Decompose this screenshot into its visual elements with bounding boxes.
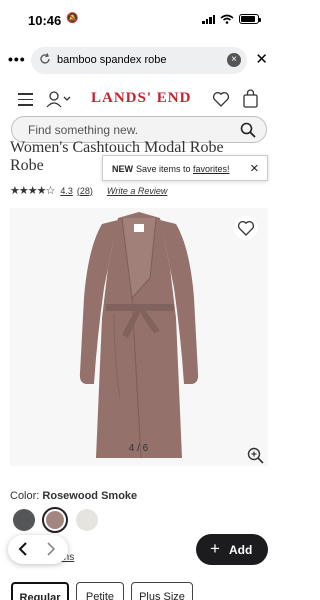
status-time: 10:46 xyxy=(28,13,62,28)
address-text[interactable]: bamboo spandex robe xyxy=(57,54,166,66)
favorites-toast: NEW Save items to favorites! ✕ xyxy=(102,155,268,181)
bell-muted-icon: 🔕 xyxy=(66,13,79,24)
rating-stars-icon: ★★★★☆ xyxy=(10,185,55,197)
heart-icon[interactable] xyxy=(234,216,258,240)
toast-message: Save items to favorites! xyxy=(136,164,230,174)
cellular-signal-icon xyxy=(202,14,215,24)
product-image[interactable] xyxy=(10,208,268,466)
toast-favorites-link[interactable]: favorites! xyxy=(193,164,230,174)
status-bar: 10:46 🔕 xyxy=(0,0,277,40)
rating-row: ★★★★☆ 4.3 (28) Write a Review xyxy=(10,184,167,197)
color-label: Color: Rosewood Smoke xyxy=(10,490,137,502)
battery-icon xyxy=(239,14,261,24)
toast-new-badge: NEW xyxy=(112,164,133,174)
battery-level xyxy=(241,16,255,22)
fit-petite-button[interactable]: Petite xyxy=(76,582,124,600)
robe-illustration xyxy=(79,212,199,459)
address-bar[interactable]: bamboo spandex robe × xyxy=(31,47,247,74)
site-header: LANDS' END xyxy=(0,84,277,116)
search-icon[interactable] xyxy=(240,122,256,138)
toast-text: Save items to xyxy=(136,164,191,174)
add-button[interactable]: + Add xyxy=(196,534,268,565)
image-counter: 4 / 6 xyxy=(128,443,149,454)
clear-address-button[interactable]: × xyxy=(227,53,241,67)
rating-value[interactable]: 4.3 xyxy=(60,186,73,196)
browser-more-button[interactable]: ••• xyxy=(8,51,26,67)
selected-color-name: Rosewood Smoke xyxy=(42,490,138,502)
browser-close-button[interactable]: ✕ xyxy=(255,50,268,68)
color-swatch-charcoal[interactable] xyxy=(13,509,35,531)
status-icons xyxy=(202,14,261,24)
color-swatch-rosewood-smoke[interactable] xyxy=(42,507,68,533)
review-count-link[interactable]: (28) xyxy=(77,186,93,196)
add-button-label: Add xyxy=(229,543,253,557)
swatch-fill xyxy=(46,511,64,529)
account-icon[interactable] xyxy=(46,90,72,108)
browser-nav-pill xyxy=(8,535,68,564)
shopping-bag-icon[interactable] xyxy=(242,89,259,108)
site-logo[interactable]: LANDS' END xyxy=(91,90,191,107)
wifi-icon xyxy=(220,14,234,24)
site-search-input[interactable]: Find something new. xyxy=(28,123,138,137)
favorites-heart-icon[interactable] xyxy=(212,90,230,108)
reload-icon[interactable] xyxy=(38,52,52,66)
plus-icon: + xyxy=(210,539,220,558)
color-label-text: Color: xyxy=(10,490,40,502)
browser-bar: ••• bamboo spandex robe × ✕ xyxy=(0,45,277,77)
color-swatch-ivory[interactable] xyxy=(76,509,98,531)
hamburger-menu-icon[interactable] xyxy=(18,93,33,106)
fit-regular-button[interactable]: Regular xyxy=(11,582,69,600)
chevron-right-icon[interactable] xyxy=(42,540,58,558)
write-review-link[interactable]: Write a Review xyxy=(107,186,168,196)
fit-plus-size-button[interactable]: Plus Size xyxy=(131,582,193,600)
wishlist-button[interactable] xyxy=(234,216,258,240)
toast-close-button[interactable]: ✕ xyxy=(250,162,259,175)
chevron-left-icon[interactable] xyxy=(16,540,32,558)
